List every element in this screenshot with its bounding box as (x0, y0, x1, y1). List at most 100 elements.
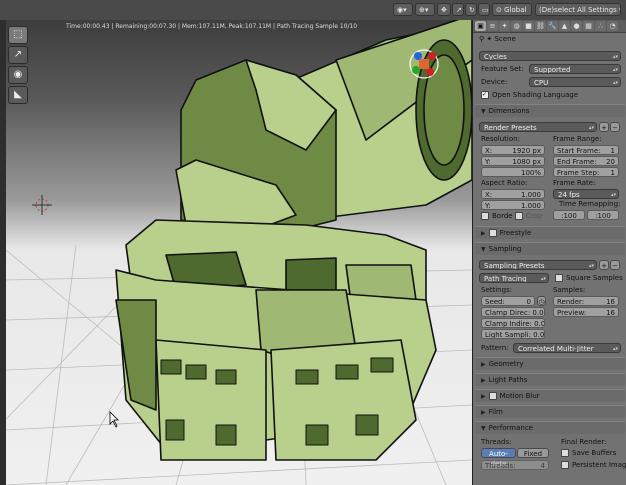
feature-set-label: Feature Set: (481, 65, 524, 73)
save-buffers-checkbox[interactable] (561, 449, 569, 457)
data-tab-icon[interactable]: ▲ (559, 21, 570, 31)
pin-icon[interactable]: ⚲ (479, 35, 484, 43)
panel-dimensions-header[interactable]: ▼ Dimensions (475, 104, 625, 117)
sampling-presets-dropdown[interactable]: Sampling Presets (479, 260, 597, 270)
physics-tab-icon[interactable]: ◔ (607, 21, 618, 31)
object-tab-icon[interactable]: ■ (523, 21, 534, 31)
deselect-all-settings-dropdown[interactable]: (De)select All Settings ▾ (535, 3, 621, 16)
pivot-dropdown[interactable]: ◉▾ (393, 3, 413, 16)
clamp-indirect-field[interactable]: Clamp Indire: 0.00 (481, 318, 545, 328)
cursor-tool-icon[interactable]: ↗ (8, 46, 28, 64)
particles-tab-icon[interactable]: ∴ (595, 21, 606, 31)
persistent-images-checkbox[interactable] (561, 461, 569, 469)
layers-tab-icon[interactable]: ≡ (487, 21, 498, 31)
frame-rate-label: Frame Rate: (553, 179, 596, 187)
pattern-label: Pattern: (481, 344, 509, 352)
material-tab-icon[interactable]: ● (571, 21, 582, 31)
panel-light-paths-header[interactable]: ▶ Light Paths (475, 373, 625, 386)
scene-tab-icon[interactable]: ✦ (499, 21, 510, 31)
collapsed-triangle-icon: ▶ (481, 393, 486, 400)
render-progress-info: Time:00:00.43 | Remaining:00:07.30 | Mem… (66, 23, 358, 30)
panel-motion-blur-header[interactable]: ▶ Motion Blur (475, 389, 625, 402)
render-tab-icon[interactable]: ▣ (475, 21, 486, 31)
remove-preset-button[interactable]: − (610, 122, 620, 132)
panel-film-header[interactable]: ▶ Film (475, 405, 625, 418)
threads-fixed-button[interactable]: Fixed (517, 448, 549, 458)
expanded-triangle-icon: ▼ (481, 108, 486, 115)
end-frame-field[interactable]: End Frame: 20 (553, 156, 619, 166)
settings-label: Settings: (481, 286, 513, 294)
crop-checkbox-row[interactable]: Crop (515, 212, 542, 221)
feature-set-dropdown[interactable]: Supported (529, 64, 621, 74)
time-remap-new-field[interactable]: :100 (587, 210, 619, 220)
resolution-y-field[interactable]: Y: 1080 px (481, 156, 545, 166)
snap-dropdown[interactable]: ⊕▾ (415, 3, 435, 16)
aspect-x-field[interactable]: X: 1.000 (481, 189, 545, 199)
start-frame-field[interactable]: Start Frame: 1 (553, 145, 619, 155)
square-samples-checkbox[interactable] (555, 274, 563, 282)
pattern-dropdown[interactable]: Correlated Multi-Jitter (513, 343, 621, 353)
threads-label: Threads: (481, 438, 512, 446)
osl-checkbox[interactable] (481, 89, 489, 100)
globe-icon: ⊙ (496, 6, 502, 14)
integrator-dropdown[interactable]: Path Tracing (479, 273, 549, 283)
collapsed-triangle-icon: ▶ (481, 377, 486, 384)
threads-count-field[interactable]: Threads: 4 (481, 460, 549, 470)
resolution-percentage-field[interactable]: 100% (481, 167, 545, 177)
render-presets-dropdown[interactable]: Render Presets (479, 122, 597, 132)
select-box-tool-icon[interactable]: ⬚ (8, 26, 28, 44)
render-engine-dropdown[interactable]: Cycles (479, 51, 621, 61)
measure-tool-icon[interactable]: ◣ (8, 86, 28, 104)
osl-checkbox-row[interactable]: Open Shading Language (481, 89, 578, 101)
frame-rate-dropdown[interactable]: 24 fps (553, 189, 619, 199)
translate-toggle[interactable]: ↗ (452, 3, 464, 16)
animated-seed-clock-icon[interactable]: ◷ (537, 296, 546, 306)
add-sampling-preset-button[interactable]: + (599, 260, 609, 270)
rotate-toggle[interactable]: ↻ (465, 3, 477, 16)
constraints-tab-icon[interactable]: ⛓ (535, 21, 546, 31)
light-sampling-threshold-field[interactable]: Light Sampli: 0.00 (481, 329, 545, 339)
clamp-direct-field[interactable]: Clamp Direc: 0.00 (481, 307, 545, 317)
save-buffers-row[interactable]: Save Buffers (561, 449, 616, 458)
panel-freestyle-header[interactable]: ▶ Freestyle (475, 226, 625, 239)
seed-field[interactable]: Seed: 0 (481, 296, 535, 306)
tank-model (115, 20, 472, 461)
snap-tool-icon[interactable]: ◉ (8, 66, 28, 84)
panel-geometry-header[interactable]: ▶ Geometry (475, 357, 625, 370)
manipulator-toggle[interactable]: ✥ (437, 3, 451, 16)
panel-sampling-header[interactable]: ▼ Sampling (475, 242, 625, 255)
render-samples-field[interactable]: Render: 16 (553, 296, 619, 306)
time-remapping-label: Time Remapping: (559, 200, 621, 208)
freestyle-checkbox[interactable] (488, 229, 497, 237)
border-checkbox[interactable] (481, 212, 489, 220)
collapsed-triangle-icon: ▶ (481, 230, 486, 237)
border-checkbox-row[interactable]: Borde (481, 212, 513, 221)
resolution-x-field[interactable]: X: 1920 px (481, 145, 545, 155)
world-tab-icon[interactable]: ◍ (511, 21, 522, 31)
3d-cursor[interactable] (32, 195, 52, 215)
aspect-framerate-block: Aspect Ratio: Frame Rate: X: 1.000 Y: 1.00… (479, 179, 621, 223)
samples-label: Samples: (553, 286, 586, 294)
panel-performance-header[interactable]: ▼ Performance (475, 421, 625, 434)
3d-viewport[interactable]: Time:00:00.43 | Remaining:00:07.30 | Mem… (6, 20, 472, 485)
persistent-images-row[interactable]: Persistent Images (561, 461, 626, 470)
add-preset-button[interactable]: + (599, 122, 609, 132)
sampling-settings-block: Settings: Samples: Seed: 0 ◷ Clamp Direc:… (479, 286, 621, 340)
threads-auto-detect-button[interactable]: Auto-dete (481, 448, 516, 468)
orientation-dropdown[interactable]: ⊙ Global (492, 3, 532, 16)
crop-checkbox[interactable] (515, 212, 523, 220)
square-samples-row[interactable]: Square Samples (555, 273, 623, 284)
motion-blur-checkbox[interactable] (488, 392, 497, 400)
preview-samples-field[interactable]: Preview: 16 (553, 307, 619, 317)
time-remap-old-field[interactable]: :100 (553, 210, 585, 220)
device-dropdown[interactable]: CPU (529, 77, 621, 87)
texture-tab-icon[interactable]: ▦ (583, 21, 594, 31)
resolution-label: Resolution: (481, 135, 520, 143)
header-bar: ◉▾ ⊕▾ ✥ ↗ ↻ ▭ ⊙ Global (De)select All Se… (0, 0, 626, 21)
modifiers-tab-icon[interactable]: 🔧 (547, 21, 558, 31)
remove-sampling-preset-button[interactable]: − (610, 260, 620, 270)
context-path: ⚲ ✦ Scene (479, 35, 516, 43)
frame-step-field[interactable]: Frame Step: 1 (553, 167, 619, 177)
aspect-y-field[interactable]: Y: 1.000 (481, 200, 545, 210)
scale-toggle[interactable]: ▭ (478, 3, 490, 16)
